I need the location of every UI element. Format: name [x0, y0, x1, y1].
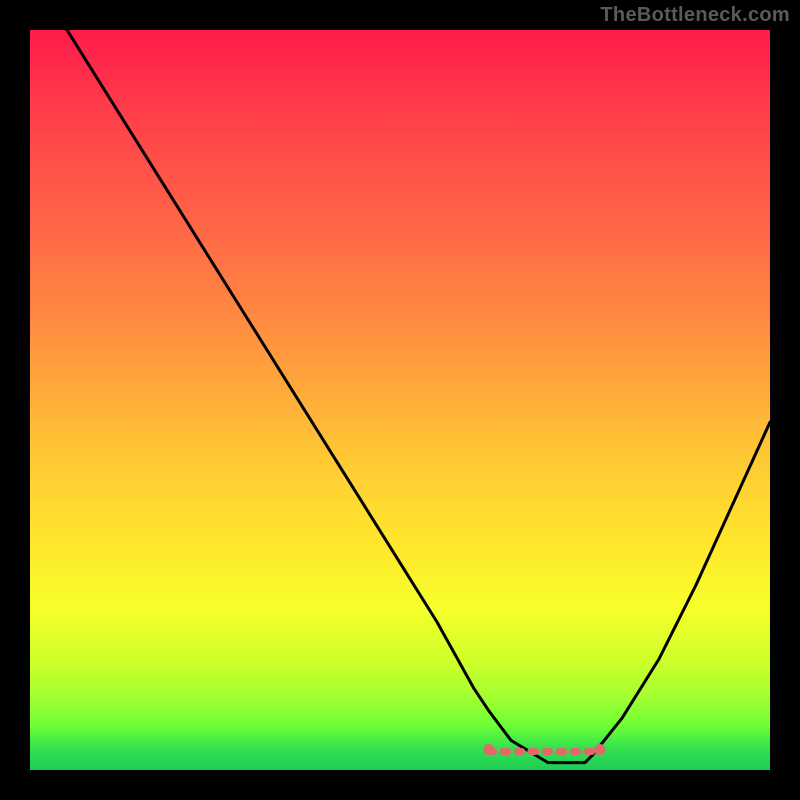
watermark-text: TheBottleneck.com: [600, 4, 790, 27]
minimum-highlight: [483, 744, 605, 755]
minimum-band-endpoint: [594, 744, 605, 755]
curve-group: [67, 30, 770, 763]
curve-svg: [30, 30, 770, 770]
minimum-band-endpoint: [483, 744, 494, 755]
bottleneck-curve-path: [67, 30, 770, 763]
chart-container: TheBottleneck.com: [0, 0, 800, 800]
plot-area: [30, 30, 770, 770]
